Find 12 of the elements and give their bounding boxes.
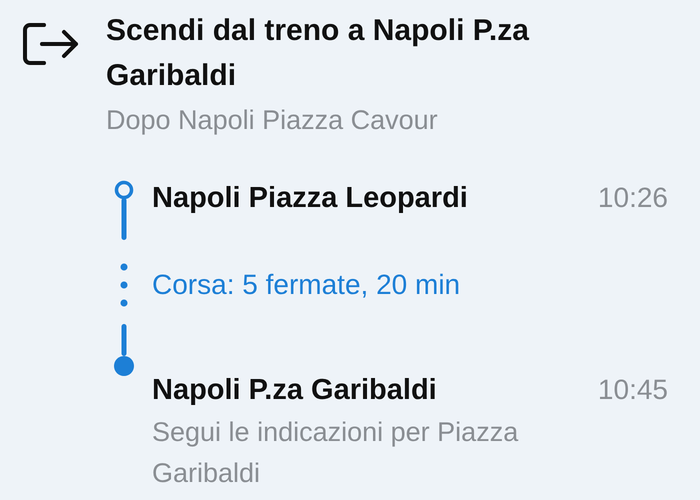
ride-summary: Corsa: 5 fermate, 20 min [152, 268, 462, 302]
exit-icon [22, 22, 80, 66]
step-title: Scendi dal treno a Napoli P.za Garibaldi [106, 13, 530, 94]
stop-time: 10:45 [598, 373, 668, 407]
start-stop-icon [114, 180, 134, 200]
stop-name: Napoli P.za Garibaldi [152, 373, 438, 408]
stop-note: Segui le indicazioni per Piazza Garibaldi [152, 416, 520, 490]
stop-time: 10:26 [598, 181, 668, 215]
stop-dots-icon [120, 263, 128, 307]
stop-name: Napoli Piazza Leopardi [152, 181, 469, 216]
end-stop-icon [114, 356, 134, 376]
step-subtitle: Dopo Napoli Piazza Cavour [106, 104, 439, 137]
